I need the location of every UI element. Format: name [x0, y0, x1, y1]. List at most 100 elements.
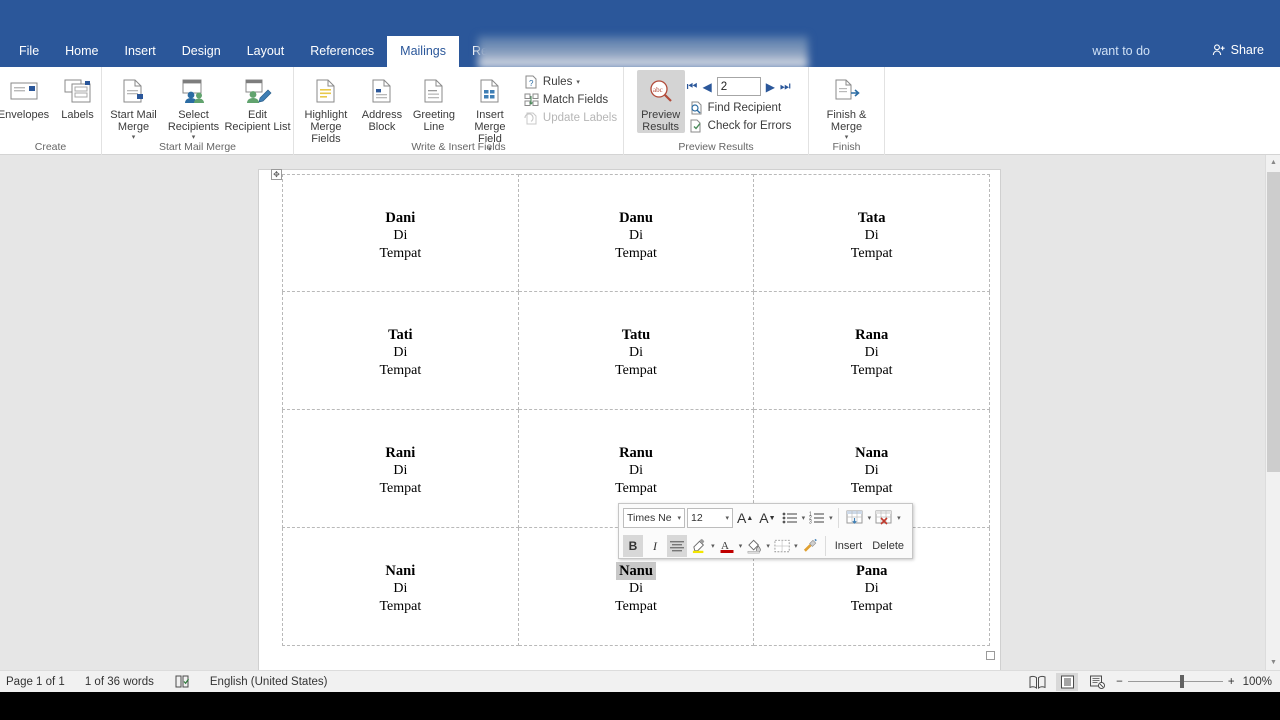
- web-layout-view-button[interactable]: [1086, 673, 1108, 691]
- font-size-box[interactable]: 12 ▾: [687, 508, 733, 528]
- font-color-button[interactable]: A: [717, 535, 737, 557]
- label-cell[interactable]: Dani Di Tempat: [282, 174, 519, 292]
- text-highlight-color-button[interactable]: [689, 535, 709, 557]
- scroll-down-button[interactable]: ▼: [1266, 655, 1280, 670]
- tab-design[interactable]: Design: [169, 36, 234, 67]
- chevron-down-icon[interactable]: ▾: [725, 514, 729, 522]
- share-button[interactable]: Share: [1204, 38, 1272, 62]
- italic-button[interactable]: I: [645, 535, 665, 557]
- find-recipient-icon: [689, 101, 704, 115]
- print-layout-view-button[interactable]: [1056, 672, 1079, 691]
- language-indicator[interactable]: English (United States): [210, 676, 328, 688]
- chevron-down-icon[interactable]: ▾: [845, 133, 849, 141]
- table-row: Dani Di Tempat Danu Di Tempat Tata Di Te…: [282, 174, 991, 292]
- label-cell[interactable]: Danu Di Tempat: [518, 174, 755, 292]
- envelopes-button[interactable]: Envelopes: [0, 70, 51, 121]
- chevron-down-icon[interactable]: ▾: [132, 133, 136, 141]
- recipient-line3: Tempat: [379, 246, 422, 261]
- center-align-button[interactable]: [667, 535, 687, 557]
- chevron-down-icon[interactable]: ▾: [576, 78, 580, 86]
- chevron-down-icon[interactable]: ▾: [829, 514, 833, 522]
- numbering-button[interactable]: 1 2 3: [807, 507, 827, 529]
- next-record-button[interactable]: ▶: [766, 80, 775, 94]
- borders-button[interactable]: [772, 535, 792, 557]
- bullets-button[interactable]: [780, 507, 800, 529]
- chevron-down-icon[interactable]: ▾: [897, 514, 901, 522]
- grow-font-button[interactable]: A ▲: [735, 507, 755, 529]
- table-resize-handle[interactable]: [986, 651, 995, 660]
- rules-button[interactable]: ? Rules ▾: [520, 74, 621, 90]
- chevron-down-icon[interactable]: ▾: [766, 542, 770, 550]
- proofing-errors-icon[interactable]: [174, 675, 190, 688]
- tell-me-box[interactable]: want to do: [1092, 36, 1150, 67]
- find-recipient-button[interactable]: Find Recipient: [685, 100, 796, 116]
- paint-bucket-icon: [747, 539, 761, 554]
- chevron-down-icon[interactable]: ▾: [711, 542, 715, 550]
- first-record-button[interactable]: ⏮: [687, 79, 698, 94]
- read-mode-view-button[interactable]: [1026, 673, 1048, 691]
- recipient-name-selected: Nanu: [616, 562, 656, 580]
- table-move-handle[interactable]: ✥: [271, 169, 282, 180]
- zoom-level[interactable]: 100%: [1243, 676, 1272, 688]
- zoom-slider[interactable]: − +: [1116, 675, 1235, 688]
- shading-button[interactable]: [744, 535, 764, 557]
- last-record-button[interactable]: ⏭: [780, 79, 791, 94]
- highlight-merge-fields-button[interactable]: Highlight Merge Fields: [296, 70, 356, 145]
- label-cell[interactable]: Nani Di Tempat: [282, 528, 519, 646]
- insert-label-button[interactable]: Insert: [831, 540, 867, 552]
- chevron-down-icon[interactable]: ▾: [677, 514, 681, 522]
- format-painter-button[interactable]: [800, 535, 820, 557]
- zoom-out-button[interactable]: −: [1116, 676, 1123, 688]
- label-cell[interactable]: Rana Di Tempat: [754, 292, 991, 410]
- zoom-thumb[interactable]: [1179, 675, 1184, 688]
- edit-recipient-list-button[interactable]: Edit Recipient List: [224, 70, 292, 133]
- tab-insert[interactable]: Insert: [112, 36, 169, 67]
- chevron-down-icon[interactable]: ▾: [192, 133, 196, 141]
- vertical-scrollbar[interactable]: ▲ ▼: [1265, 155, 1280, 670]
- greeting-line-button[interactable]: Greeting Line: [408, 70, 460, 133]
- mini-formatting-toolbar[interactable]: Times Ne ▾ 12 ▾ A ▲ A ▼ ▾ 1 2 3 ▾ ▾ ▾ B …: [618, 503, 913, 559]
- shrink-font-button[interactable]: A ▼: [757, 507, 777, 529]
- preview-results-label: Preview Results: [641, 109, 681, 133]
- word-count[interactable]: 1 of 36 words: [85, 676, 154, 688]
- tab-mailings[interactable]: Mailings: [387, 36, 460, 67]
- previous-record-button[interactable]: ◀: [702, 80, 711, 94]
- label-cell[interactable]: Tata Di Tempat: [754, 174, 991, 292]
- finish-and-merge-button[interactable]: Finish & Merge ▾: [813, 70, 881, 141]
- recipient-name: Pana: [855, 563, 888, 579]
- check-for-errors-button[interactable]: Check for Errors: [685, 118, 796, 134]
- label-cell[interactable]: Tatu Di Tempat: [518, 292, 755, 410]
- label-cell[interactable]: Tati Di Tempat: [282, 292, 519, 410]
- chevron-down-icon[interactable]: ▾: [802, 514, 806, 522]
- greeting-line-label: Greeting Line: [412, 109, 456, 133]
- labels-button[interactable]: Labels: [51, 70, 105, 121]
- insert-cells-button[interactable]: [844, 507, 866, 529]
- chevron-down-icon[interactable]: ▾: [868, 514, 872, 522]
- delete-label-button[interactable]: Delete: [868, 540, 908, 552]
- scrollbar-thumb[interactable]: [1267, 172, 1280, 472]
- labels-table[interactable]: Dani Di Tempat Danu Di Tempat Tata Di Te…: [282, 174, 991, 653]
- bold-button[interactable]: B: [623, 535, 643, 557]
- page-indicator[interactable]: Page 1 of 1: [6, 676, 65, 688]
- font-size-value: 12: [691, 512, 703, 524]
- match-fields-button[interactable]: Match Fields: [520, 92, 621, 108]
- preview-results-icon: abc: [645, 74, 676, 108]
- ribbon: Envelopes Labels Create Start Mail Merge…: [0, 67, 1280, 155]
- preview-results-button[interactable]: abc Preview Results: [636, 70, 685, 133]
- select-recipients-button[interactable]: Select Recipients ▾: [164, 70, 224, 141]
- zoom-in-button[interactable]: +: [1228, 676, 1235, 688]
- delete-cells-button[interactable]: [873, 507, 895, 529]
- zoom-track[interactable]: [1127, 675, 1223, 688]
- record-number-input[interactable]: [716, 77, 761, 96]
- font-name-box[interactable]: Times Ne ▾: [623, 508, 685, 528]
- tab-file[interactable]: File: [6, 36, 52, 67]
- tab-references[interactable]: References: [297, 36, 387, 67]
- chevron-down-icon[interactable]: ▾: [739, 542, 743, 550]
- chevron-down-icon[interactable]: ▾: [794, 542, 798, 550]
- address-block-button[interactable]: Address Block: [356, 70, 408, 133]
- tab-layout[interactable]: Layout: [234, 36, 298, 67]
- label-cell[interactable]: Rani Di Tempat: [282, 410, 519, 528]
- start-mail-merge-button[interactable]: Start Mail Merge ▾: [104, 70, 164, 141]
- scroll-up-button[interactable]: ▲: [1266, 155, 1280, 170]
- tab-home[interactable]: Home: [52, 36, 111, 67]
